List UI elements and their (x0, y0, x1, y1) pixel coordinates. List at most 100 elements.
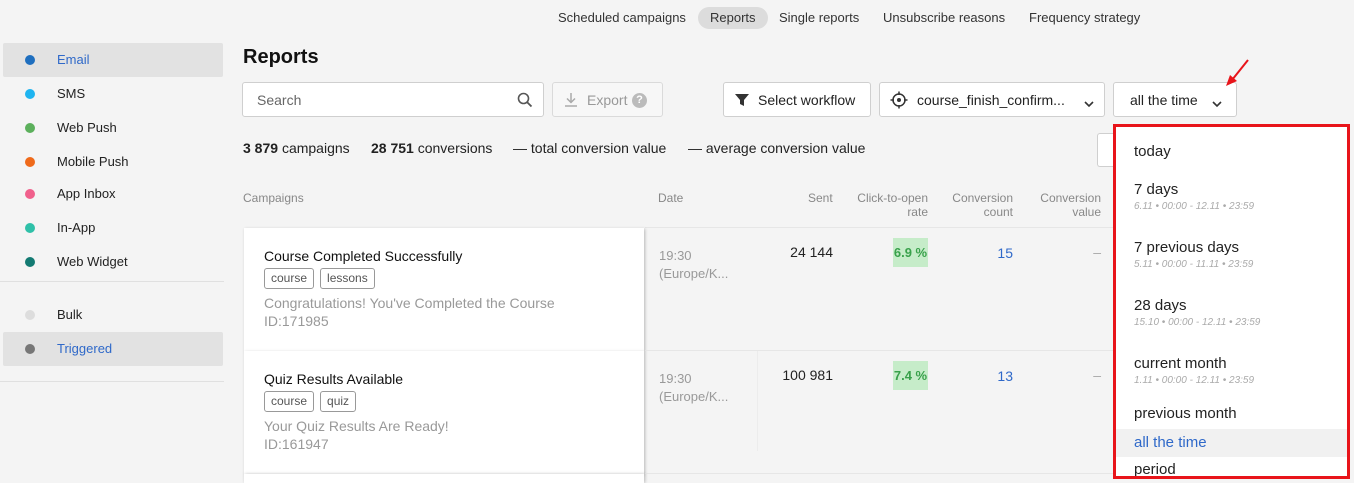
mode-dot-icon (25, 344, 35, 354)
campaign-filter-dropdown[interactable]: course_finish_confirm... (879, 82, 1105, 117)
tag[interactable]: course (264, 268, 315, 289)
export-button[interactable]: Export ? (552, 82, 663, 117)
campaign-card-partial (244, 474, 644, 483)
header-conversion-value[interactable]: Conversion value (1035, 191, 1101, 219)
tab-single-reports[interactable]: Single reports (767, 7, 871, 29)
conversions-stat: 28 751 conversions (371, 140, 492, 156)
period-option-current-month[interactable]: current month 1.11 • 00:00 - 12.11 • 23:… (1116, 347, 1347, 399)
campaign-date: 19:30 (Europe/K... (659, 370, 728, 406)
period-dropdown-menu: today 7 days 6.11 • 00:00 - 12.11 • 23:5… (1113, 124, 1350, 479)
header-sent[interactable]: Sent (808, 191, 833, 205)
sidebar-item-sms[interactable]: SMS (3, 77, 223, 111)
channel-dot-icon (25, 123, 35, 133)
tab-unsubscribe-reasons[interactable]: Unsubscribe reasons (871, 7, 1017, 29)
campaign-subject: Your Quiz Results Are Ready! (264, 418, 449, 434)
sidebar-item-email[interactable]: Email (3, 43, 223, 77)
period-option-7-previous-days[interactable]: 7 previous days 5.11 • 00:00 - 11.11 • 2… (1116, 231, 1347, 283)
campaigns-count: 3 879 (243, 140, 279, 156)
search-icon[interactable] (517, 92, 533, 113)
period-option-label: 28 days (1134, 297, 1187, 314)
sidebar-item-label: Email (57, 52, 90, 67)
sidebar-item-label: Mobile Push (57, 154, 129, 169)
header-text: Click-to-open (857, 191, 928, 205)
help-icon[interactable]: ? (632, 93, 647, 108)
sidebar-item-mobile-push[interactable]: Mobile Push (3, 145, 223, 179)
top-navigation: Scheduled campaigns Reports Single repor… (0, 0, 1354, 36)
period-option-label: current month (1134, 355, 1227, 372)
sidebar-divider (0, 281, 224, 282)
sidebar-divider (0, 381, 224, 382)
click-to-open-rate: 6.9 % (893, 238, 928, 267)
row-divider (645, 350, 1115, 351)
row-divider (645, 473, 1115, 474)
sidebar-item-label: Triggered (57, 341, 113, 356)
campaign-timezone: (Europe/K... (659, 389, 729, 404)
page-title: Reports (243, 46, 319, 68)
channel-dot-icon (25, 189, 35, 199)
period-option-today[interactable]: today (1116, 135, 1347, 169)
header-conversion-count[interactable]: Conversion count (945, 191, 1013, 219)
annotation-arrow-icon (1226, 59, 1249, 86)
period-option-label: today (1134, 143, 1171, 160)
sidebar-item-web-push[interactable]: Web Push (3, 111, 223, 145)
header-text: Conversion (952, 191, 1013, 205)
column-divider (757, 351, 758, 451)
sidebar-item-label: Web Push (57, 120, 117, 135)
channel-dot-icon (25, 257, 35, 267)
conversion-count-link[interactable]: 13 (960, 368, 1013, 384)
sidebar-item-in-app[interactable]: In-App (3, 211, 223, 245)
tag[interactable]: lessons (320, 268, 375, 289)
select-workflow-button[interactable]: Select workflow (723, 82, 871, 117)
header-click-to-open-rate[interactable]: Click-to-open rate (857, 191, 928, 219)
campaign-card[interactable]: Quiz Results Available course quiz Your Q… (244, 351, 644, 474)
average-conversion-value-stat: — average conversion value (688, 140, 866, 156)
period-option-range: 5.11 • 00:00 - 11.11 • 23:59 (1134, 259, 1254, 270)
campaign-name[interactable]: Course Completed Successfully (264, 248, 462, 264)
tag[interactable]: quiz (320, 391, 357, 412)
period-option-label: 7 days (1134, 181, 1179, 198)
target-icon (890, 91, 908, 112)
header-date[interactable]: Date (658, 191, 683, 205)
campaign-card[interactable]: Course Completed Successfully course less… (244, 228, 644, 351)
sidebar-item-app-inbox[interactable]: App Inbox (3, 177, 223, 211)
tab-scheduled-campaigns[interactable]: Scheduled campaigns (546, 7, 698, 29)
click-to-open-rate: 7.4 % (893, 361, 928, 390)
tab-reports[interactable]: Reports (698, 7, 768, 29)
period-option-previous-month[interactable]: previous month (1116, 401, 1347, 429)
download-icon (564, 92, 578, 111)
funnel-icon (734, 92, 750, 111)
mode-dot-icon (25, 310, 35, 320)
period-option-28-days[interactable]: 28 days 15.10 • 00:00 - 12.11 • 23:59 (1116, 289, 1347, 341)
search-input[interactable] (244, 84, 504, 115)
campaign-name[interactable]: Quiz Results Available (264, 371, 403, 387)
campaign-tags: course lessons (264, 268, 381, 289)
sidebar-item-web-widget[interactable]: Web Widget (3, 245, 223, 279)
chevron-down-icon (1084, 95, 1094, 111)
conversion-value: – (1093, 244, 1101, 260)
period-option-7-days[interactable]: 7 days 6.11 • 00:00 - 12.11 • 23:59 (1116, 173, 1347, 225)
period-option-all-the-time[interactable]: all the time (1116, 429, 1347, 457)
header-text: count (983, 205, 1013, 219)
period-option-period[interactable]: period (1116, 459, 1347, 476)
conversions-stat-label: conversions (417, 140, 493, 156)
campaign-time: 19:30 (659, 371, 692, 386)
channel-dot-icon (25, 157, 35, 167)
conversion-count-link[interactable]: 15 (960, 245, 1013, 261)
period-dropdown[interactable]: all the time (1113, 82, 1237, 117)
campaign-tags: course quiz (264, 391, 362, 412)
sidebar-item-bulk[interactable]: Bulk (3, 298, 223, 332)
row-divider (645, 227, 1115, 228)
tab-frequency-strategy[interactable]: Frequency strategy (1017, 7, 1152, 29)
header-campaigns[interactable]: Campaigns (243, 191, 304, 205)
search-box (242, 82, 544, 117)
period-option-range: 6.11 • 00:00 - 12.11 • 23:59 (1134, 201, 1255, 212)
campaign-date: 19:30 (Europe/K... (659, 247, 728, 283)
period-option-label: all the time (1134, 434, 1207, 451)
tag[interactable]: course (264, 391, 315, 412)
campaign-filter-label: course_finish_confirm... (917, 92, 1065, 108)
channel-dot-icon (25, 55, 35, 65)
sidebar-item-triggered[interactable]: Triggered (3, 332, 223, 366)
export-label: Export (587, 92, 628, 108)
campaigns-stat: 3 879 campaigns (243, 140, 350, 156)
sidebar-item-label: In-App (57, 220, 96, 235)
